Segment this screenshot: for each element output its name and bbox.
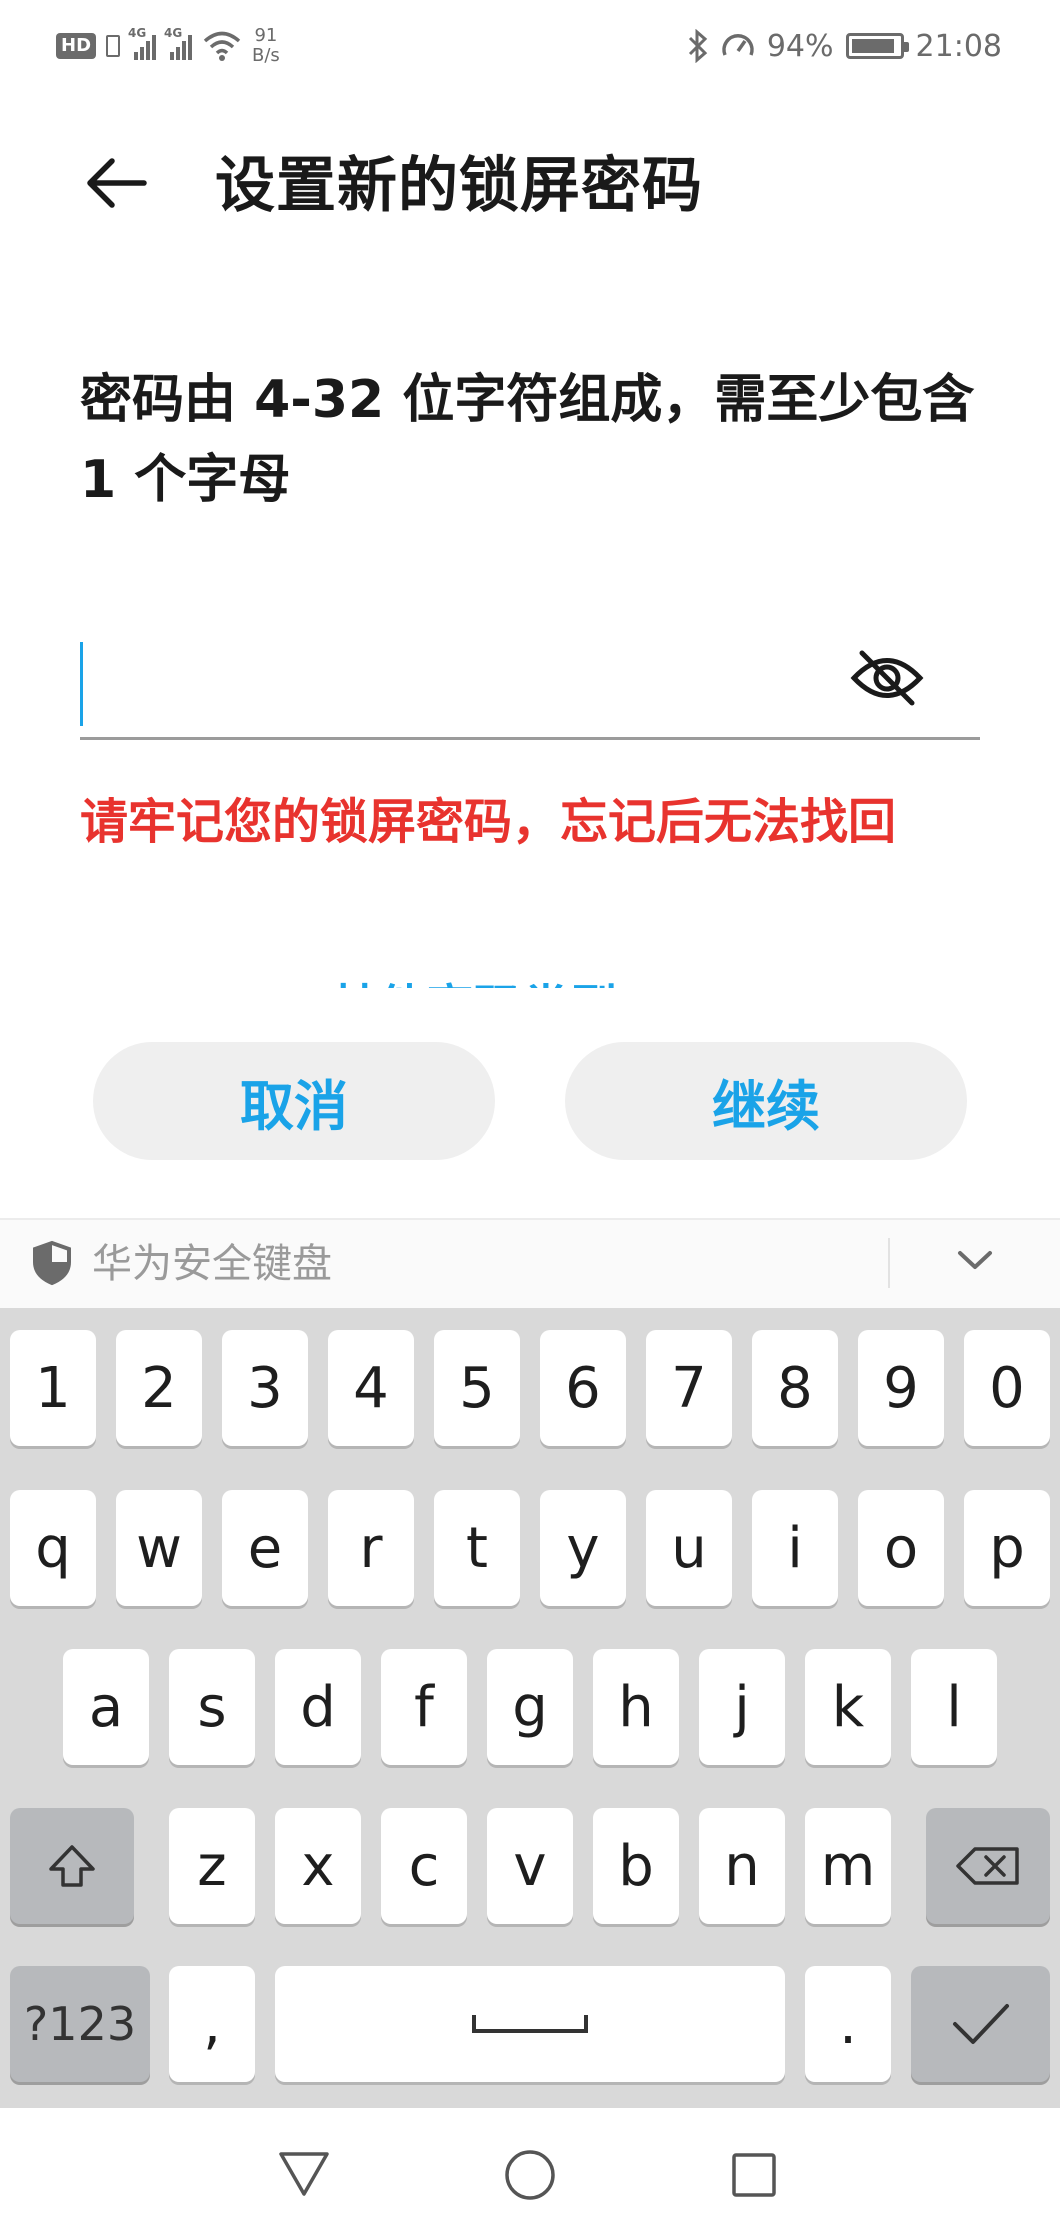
other-password-type-link[interactable]: 其他密码类型 bbox=[330, 978, 730, 988]
key-g[interactable]: g bbox=[487, 1649, 573, 1765]
key-1[interactable]: 1 bbox=[10, 1330, 96, 1446]
space-icon bbox=[472, 2015, 588, 2033]
key-7[interactable]: 7 bbox=[646, 1330, 732, 1446]
keyboard-title: 华为安全键盘 bbox=[92, 1241, 332, 1287]
key-8[interactable]: 8 bbox=[752, 1330, 838, 1446]
checkmark-icon bbox=[952, 2004, 1009, 2044]
back-arrow-icon[interactable] bbox=[82, 148, 152, 218]
continue-button[interactable]: 继续 bbox=[565, 1042, 967, 1160]
signal-strength-icon-2: 4G bbox=[164, 26, 193, 60]
signal-strength-icon-1: 4G bbox=[128, 26, 157, 60]
bluetooth-icon bbox=[688, 29, 708, 63]
key-m[interactable]: m bbox=[805, 1808, 891, 1924]
key-5[interactable]: 5 bbox=[434, 1330, 520, 1446]
cancel-button[interactable]: 取消 bbox=[93, 1042, 495, 1160]
hd-badge: HD bbox=[56, 33, 97, 59]
chevron-down-icon[interactable] bbox=[955, 1245, 995, 1275]
space-key[interactable] bbox=[275, 1966, 785, 2082]
nav-home-circle-icon[interactable] bbox=[503, 2148, 557, 2202]
enter-key[interactable] bbox=[911, 1966, 1050, 2082]
key-b[interactable]: b bbox=[593, 1808, 679, 1924]
shift-key[interactable] bbox=[10, 1808, 134, 1924]
shift-icon bbox=[49, 1845, 95, 1887]
warning-text: 请牢记您的锁屏密码，忘记后无法找回 bbox=[80, 794, 897, 850]
nav-back-triangle-icon[interactable] bbox=[277, 2150, 331, 2198]
key-p[interactable]: p bbox=[964, 1490, 1050, 1606]
key-a[interactable]: a bbox=[63, 1649, 149, 1765]
backspace-icon bbox=[956, 1847, 1019, 1885]
key-d[interactable]: d bbox=[275, 1649, 361, 1765]
network-speed-unit: B/s bbox=[252, 45, 280, 66]
key-v[interactable]: v bbox=[487, 1808, 573, 1924]
symbols-key[interactable]: ?123 bbox=[10, 1966, 150, 2082]
sim-card-icon bbox=[106, 35, 121, 57]
status-bar-right: 94% 21:08 bbox=[687, 18, 1002, 74]
battery-percent: 94% bbox=[766, 28, 834, 64]
comma-key[interactable]: , bbox=[169, 1966, 255, 2082]
network-speed: 91 B/s bbox=[252, 26, 280, 66]
key-3[interactable]: 3 bbox=[222, 1330, 308, 1446]
period-key[interactable]: . bbox=[805, 1966, 891, 2082]
shield-icon bbox=[33, 1240, 71, 1286]
clock: 21:08 bbox=[915, 28, 1002, 64]
key-w[interactable]: w bbox=[116, 1490, 202, 1606]
key-i[interactable]: i bbox=[752, 1490, 838, 1606]
key-j[interactable]: j bbox=[699, 1649, 785, 1765]
key-x[interactable]: x bbox=[275, 1808, 361, 1924]
network-speed-value: 91 bbox=[254, 25, 278, 46]
key-s[interactable]: s bbox=[169, 1649, 255, 1765]
key-r[interactable]: r bbox=[328, 1490, 414, 1606]
key-y[interactable]: y bbox=[540, 1490, 626, 1606]
key-o[interactable]: o bbox=[858, 1490, 944, 1606]
key-f[interactable]: f bbox=[381, 1649, 467, 1765]
status-bar-left: HD 4G 4G 91 B/s bbox=[56, 18, 280, 74]
battery-icon bbox=[845, 33, 909, 59]
key-9[interactable]: 9 bbox=[858, 1330, 944, 1446]
key-e[interactable]: e bbox=[222, 1490, 308, 1606]
network-type-label: 4G bbox=[164, 26, 183, 40]
eye-hidden-icon[interactable] bbox=[850, 645, 924, 711]
key-t[interactable]: t bbox=[434, 1490, 520, 1606]
network-type-label: 4G bbox=[128, 26, 147, 40]
key-0[interactable]: 0 bbox=[964, 1330, 1050, 1446]
keyboard-header-divider bbox=[888, 1238, 890, 1288]
key-c[interactable]: c bbox=[381, 1808, 467, 1924]
key-z[interactable]: z bbox=[169, 1808, 255, 1924]
wifi-icon bbox=[203, 31, 241, 61]
key-4[interactable]: 4 bbox=[328, 1330, 414, 1446]
key-h[interactable]: h bbox=[593, 1649, 679, 1765]
key-n[interactable]: n bbox=[699, 1808, 785, 1924]
speedometer-icon bbox=[722, 34, 754, 56]
other-password-type-container: 其他密码类型 bbox=[330, 960, 730, 988]
key-u[interactable]: u bbox=[646, 1490, 732, 1606]
key-k[interactable]: k bbox=[805, 1649, 891, 1765]
password-rules-description: 密码由 4-32 位字符组成，需至少包含 1 个字母 bbox=[80, 370, 975, 510]
backspace-key[interactable] bbox=[926, 1808, 1050, 1924]
password-input[interactable] bbox=[80, 630, 980, 740]
nav-recents-square-icon[interactable] bbox=[731, 2152, 777, 2198]
text-cursor bbox=[80, 642, 83, 726]
key-2[interactable]: 2 bbox=[116, 1330, 202, 1446]
key-l[interactable]: l bbox=[911, 1649, 997, 1765]
key-6[interactable]: 6 bbox=[540, 1330, 626, 1446]
page-title: 设置新的锁屏密码 bbox=[215, 151, 703, 221]
key-q[interactable]: q bbox=[10, 1490, 96, 1606]
